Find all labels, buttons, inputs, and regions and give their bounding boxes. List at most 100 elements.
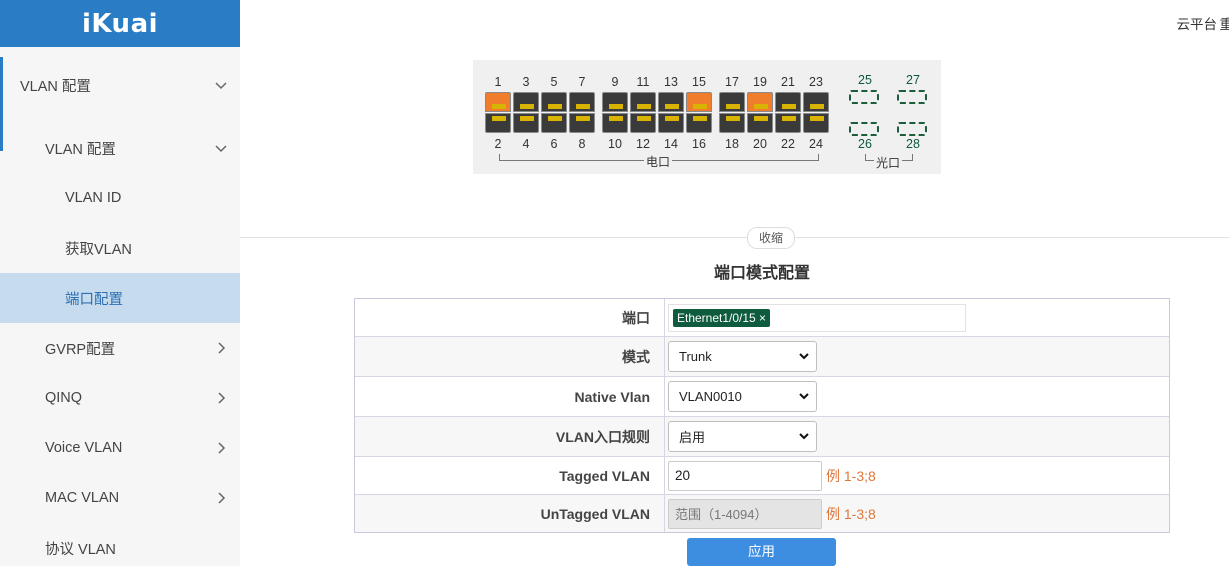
port-23-top[interactable] [803,92,829,112]
port-pins [637,104,651,109]
port-18-bottom[interactable] [719,113,745,133]
port-number-label: 20 [750,137,770,151]
port-9-top[interactable] [602,92,628,112]
sidebar-item-label: 协议 VLAN [45,538,116,559]
sfp-port-28[interactable] [897,122,927,136]
sfp-port-27[interactable] [897,90,927,104]
port-24-bottom[interactable] [803,113,829,133]
sidebar-item-gvrp[interactable]: GVRP配置 [0,323,240,373]
port-tag[interactable]: Ethernet1/0/15 × [673,309,770,327]
port-pins [548,104,562,109]
port-2-bottom[interactable] [485,113,511,133]
port-pins [665,104,679,109]
sfp-port-25[interactable] [849,90,879,104]
sidebar-item-qinq[interactable]: QINQ [0,373,240,423]
port-21-top[interactable] [775,92,801,112]
port-16-bottom[interactable] [686,113,712,133]
topbar-truncated-link[interactable]: 重 [1220,13,1229,33]
sidebar-item-get-vlan[interactable]: 获取VLAN [0,223,240,273]
cloud-platform-link[interactable]: 云平台 [1177,13,1218,33]
port-number-label: 13 [661,75,681,89]
fiber-port-number-label: 26 [855,137,875,151]
form-title: 端口模式配置 [600,259,924,283]
ingress-rule-value: 启用 [679,427,705,446]
chevron-down-icon [798,350,810,365]
port-3-top[interactable] [513,92,539,112]
port-22-bottom[interactable] [775,113,801,133]
port-14-bottom[interactable] [658,113,684,133]
port-8-bottom[interactable] [569,113,595,133]
sidebar-item-port-config[interactable]: 端口配置 [0,273,240,323]
port-number-label: 22 [778,137,798,151]
ethernet-port-17[interactable] [719,92,745,134]
port-20-bottom[interactable] [747,113,773,133]
port-pins [492,104,506,109]
ethernet-port-1[interactable] [485,92,511,134]
untagged-vlan-hint: 例 1-3;8 [826,504,876,524]
port-11-top[interactable] [630,92,656,112]
fiber-port-number-label: 25 [855,73,875,87]
port-7-top[interactable] [569,92,595,112]
port-number-label: 18 [722,137,742,151]
port-1-top[interactable] [485,92,511,112]
chevron-right-icon [214,341,228,355]
ethernet-port-19[interactable] [747,92,773,134]
sfp-port-26[interactable] [849,122,879,136]
port-number-label: 19 [750,75,770,89]
port-pins [492,116,506,121]
ethernet-port-21[interactable] [775,92,801,134]
sidebar-item-voice-vlan[interactable]: Voice VLAN [0,423,240,473]
ethernet-port-13[interactable] [658,92,684,134]
port-15-top[interactable] [686,92,712,112]
sidebar-item-label: VLAN 配置 [45,138,116,159]
sidebar-item-vlan-id[interactable]: VLAN ID [0,173,240,223]
sidebar-item-mac-vlan[interactable]: MAC VLAN [0,473,240,523]
ethernet-port-7[interactable] [569,92,595,134]
sidebar-item-label: 端口配置 [65,288,123,309]
sidebar-item-label: VLAN ID [65,190,121,206]
port-number-label: 10 [605,137,625,151]
port-19-top[interactable] [747,92,773,112]
ethernet-port-11[interactable] [630,92,656,134]
apply-button[interactable]: 应用 [687,538,836,566]
sidebar-item-vlan-config[interactable]: VLAN 配置 [0,47,240,123]
section-divider [240,237,1229,238]
mode-select[interactable]: Trunk [668,341,817,372]
port-select-input[interactable]: Ethernet1/0/15 × [668,304,966,332]
port-number-label: 15 [689,75,709,89]
port-10-bottom[interactable] [602,113,628,133]
port-pins [726,116,740,121]
ethernet-port-5[interactable] [541,92,567,134]
port-number-label: 2 [488,137,508,151]
native-vlan-select[interactable]: VLAN0010 [668,381,817,412]
port-pins [637,116,651,121]
electric-port-label: 电口 [644,153,672,170]
tagged-vlan-input[interactable]: 20 [668,461,822,491]
port-number-label: 4 [516,137,536,151]
fiber-port-number-label: 27 [903,73,923,87]
port-6-bottom[interactable] [541,113,567,133]
fiber-port-label: 光口 [874,154,902,171]
port-number-label: 7 [572,75,592,89]
form-row-untagged: UnTagged VLAN 范围（1-4094） 例 1-3;8 [355,495,1169,532]
untagged-vlan-input[interactable]: 范围（1-4094） [668,499,822,529]
ethernet-port-9[interactable] [602,92,628,134]
sidebar-item-label: MAC VLAN [45,490,119,506]
tagged-vlan-label: Tagged VLAN [355,457,665,494]
port-12-bottom[interactable] [630,113,656,133]
port-pins [754,116,768,121]
port-pins [726,104,740,109]
collapse-button[interactable]: 收缩 [747,227,795,249]
ethernet-port-15[interactable] [686,92,712,134]
ingress-rule-select[interactable]: 启用 [668,421,817,452]
ethernet-port-3[interactable] [513,92,539,134]
port-17-top[interactable] [719,92,745,112]
port-4-bottom[interactable] [513,113,539,133]
port-number-label: 6 [544,137,564,151]
logo: iKuai [0,0,240,47]
ethernet-port-23[interactable] [803,92,829,134]
sidebar-item-vlan-config-sub[interactable]: VLAN 配置 [0,123,240,173]
chevron-right-icon [214,391,228,405]
port-13-top[interactable] [658,92,684,112]
port-5-top[interactable] [541,92,567,112]
